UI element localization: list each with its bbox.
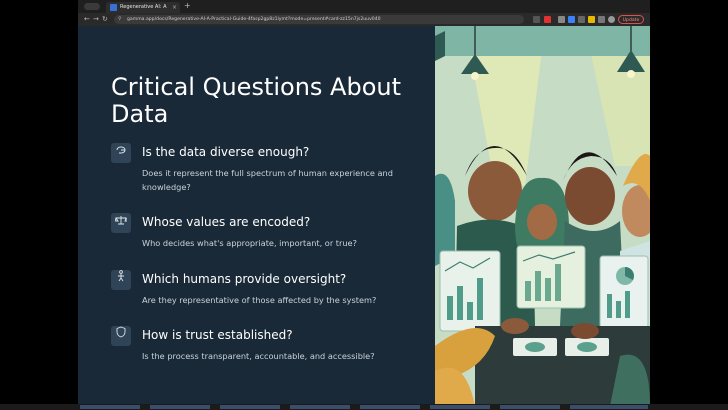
extension-icon[interactable] — [578, 16, 585, 23]
address-bar[interactable]: ⚲ gamma.app/docs/Regenerative-AI-A-Pract… — [114, 15, 524, 24]
strip-segment — [150, 405, 210, 409]
strip-segment — [500, 405, 560, 409]
forward-icon[interactable]: → — [93, 14, 99, 25]
strip-segment — [360, 405, 420, 409]
slide-heading: Critical Questions About Data — [111, 73, 402, 128]
presentation-slide: Critical Questions About Data Is the dat… — [78, 26, 650, 406]
window-controls[interactable] — [84, 3, 100, 10]
reload-icon[interactable]: ↻ — [102, 14, 108, 25]
profile-avatar-icon[interactable] — [608, 16, 615, 23]
back-icon[interactable]: ← — [84, 14, 90, 25]
site-info-icon[interactable]: ⚲ — [118, 16, 122, 23]
question-description: Who decides what's appropriate, importan… — [142, 238, 357, 248]
slide-text-panel: Critical Questions About Data Is the dat… — [78, 26, 435, 406]
scale-icon — [111, 213, 131, 233]
close-tab-icon[interactable]: × — [172, 3, 177, 12]
brain-icon — [111, 143, 131, 163]
question-description: Does it represent the full spectrum of h… — [142, 168, 393, 192]
browser-chrome: Regenerative AI: A Practical × + ← → ↻ ⚲… — [78, 0, 650, 26]
shield-icon — [111, 326, 131, 346]
strip-segment — [290, 405, 350, 409]
strip-segment — [220, 405, 280, 409]
people-reviewing-data-illustration — [435, 26, 650, 406]
bookmark-icon[interactable] — [533, 16, 540, 23]
question-description: Are they representative of those affecte… — [142, 295, 377, 305]
browser-tab[interactable]: Regenerative AI: A Practical × — [106, 2, 180, 13]
question-title: How is trust established? — [142, 328, 293, 342]
tab-title: Regenerative AI: A Practical — [120, 4, 168, 10]
question-title: Is the data diverse enough? — [142, 145, 310, 159]
gamma-favicon-icon — [110, 4, 117, 11]
new-tab-icon[interactable]: + — [184, 1, 191, 11]
extension-icon[interactable] — [558, 16, 565, 23]
question-title: Which humans provide oversight? — [142, 272, 347, 286]
url-text[interactable]: gamma.app/docs/Regenerative-AI-A-Practic… — [127, 15, 427, 24]
strip-segment — [430, 405, 490, 409]
strip-segment — [80, 405, 140, 409]
extension-icon[interactable] — [588, 16, 595, 23]
extension-icon[interactable] — [544, 16, 551, 23]
update-button[interactable]: Update — [618, 15, 644, 24]
strip-segment — [570, 405, 648, 409]
question-title: Whose values are encoded? — [142, 215, 311, 229]
extensions-puzzle-icon[interactable] — [598, 16, 605, 23]
question-description: Is the process transparent, accountable,… — [142, 351, 375, 361]
address-row: ← → ↻ ⚲ gamma.app/docs/Regenerative-AI-A… — [78, 13, 650, 26]
extension-icon[interactable] — [568, 16, 575, 23]
illustration-svg — [435, 26, 650, 406]
person-icon — [111, 270, 131, 290]
bottom-strip — [0, 404, 728, 410]
tab-bar: Regenerative AI: A Practical × + — [78, 0, 650, 13]
